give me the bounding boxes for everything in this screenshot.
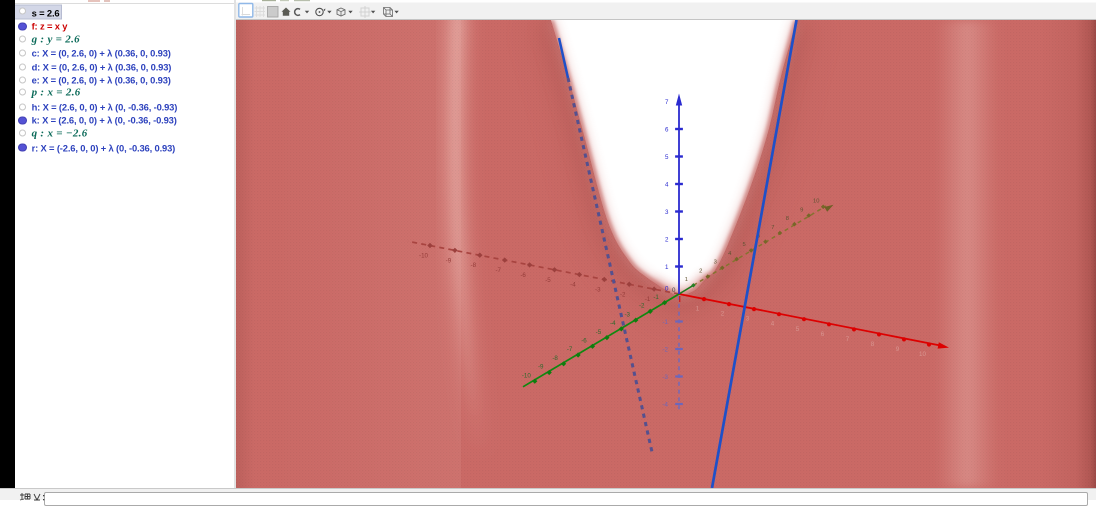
svg-text:-2: -2 <box>662 347 668 354</box>
svg-text:3: 3 <box>714 260 717 266</box>
svg-text:0: 0 <box>665 286 669 293</box>
svg-text:-9: -9 <box>538 364 544 371</box>
svg-text:6: 6 <box>665 127 669 134</box>
svg-text:1: 1 <box>665 264 669 271</box>
svg-text:-6: -6 <box>581 338 587 345</box>
svg-text:-6: -6 <box>520 272 526 279</box>
svg-text:9: 9 <box>896 346 900 353</box>
svg-text:-4: -4 <box>662 402 668 409</box>
svg-text:-7: -7 <box>567 346 573 353</box>
svg-text:8: 8 <box>871 341 875 348</box>
svg-text:-3: -3 <box>624 311 630 318</box>
svg-text:-10: -10 <box>419 253 429 260</box>
svg-text:-5: -5 <box>596 329 602 336</box>
svg-text:-1: -1 <box>653 294 659 301</box>
svg-text:2: 2 <box>721 311 725 318</box>
svg-text:-10: -10 <box>522 372 532 379</box>
svg-text:-2: -2 <box>620 291 626 298</box>
svg-text:-1: -1 <box>662 319 668 326</box>
svg-text:0: 0 <box>672 287 676 294</box>
svg-text:10: 10 <box>813 199 819 205</box>
svg-text:-4: -4 <box>570 282 576 289</box>
svg-text:5: 5 <box>665 154 669 161</box>
svg-text:1: 1 <box>696 306 700 313</box>
svg-text:3: 3 <box>665 209 669 216</box>
svg-text:7: 7 <box>665 99 669 106</box>
svg-text:4: 4 <box>771 321 775 328</box>
svg-text:-8: -8 <box>552 355 558 362</box>
svg-text:5: 5 <box>796 326 800 333</box>
svg-text:5: 5 <box>742 242 745 248</box>
svg-text:-9: -9 <box>446 257 452 264</box>
svg-text:-2: -2 <box>639 303 645 310</box>
svg-text:2: 2 <box>665 237 669 244</box>
svg-text:7: 7 <box>771 225 774 231</box>
svg-text:2: 2 <box>699 268 702 274</box>
svg-text:-7: -7 <box>495 267 501 274</box>
svg-text:1: 1 <box>685 277 688 283</box>
svg-text:-5: -5 <box>545 277 551 284</box>
svg-text:6: 6 <box>821 331 825 338</box>
svg-text:-4: -4 <box>610 320 616 327</box>
svg-text:9: 9 <box>800 207 803 213</box>
svg-text:-3: -3 <box>662 374 668 381</box>
svg-text:8: 8 <box>786 216 789 222</box>
svg-text:7: 7 <box>846 336 850 343</box>
svg-text:4: 4 <box>665 182 669 189</box>
svg-text:-8: -8 <box>471 262 477 269</box>
svg-text:10: 10 <box>919 351 926 358</box>
svg-text:3: 3 <box>746 316 750 323</box>
svg-text:-1: -1 <box>645 296 651 303</box>
svg-text:-3: -3 <box>595 286 601 293</box>
